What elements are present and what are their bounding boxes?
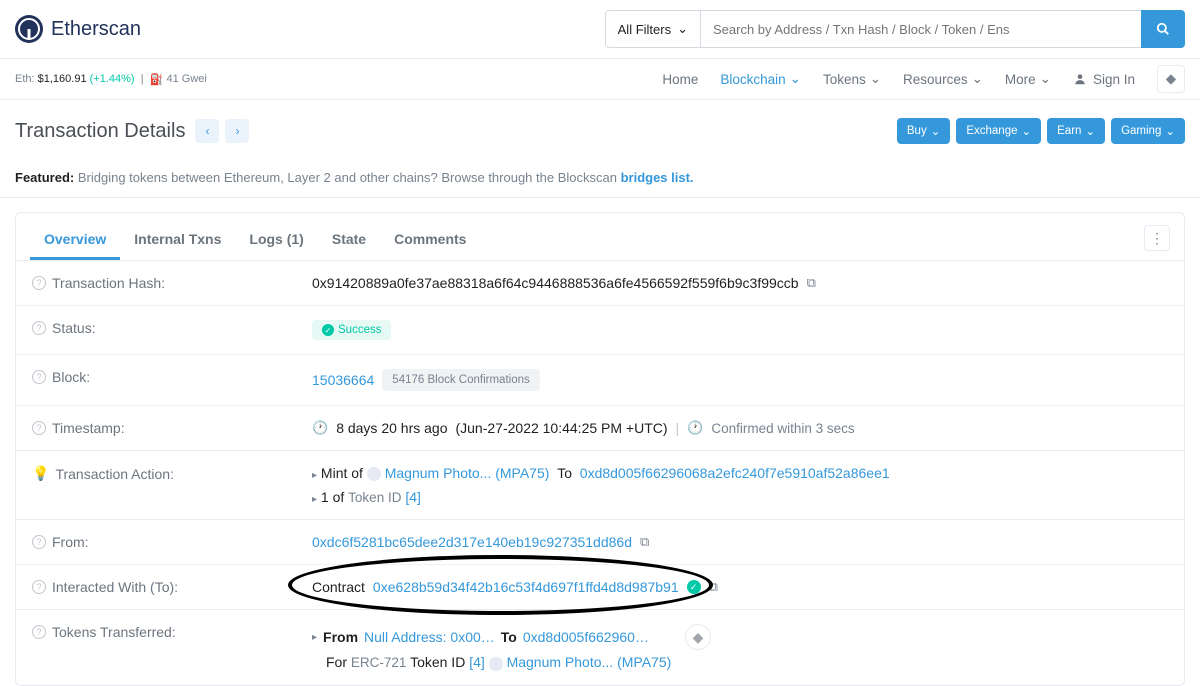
sign-in-button[interactable]: Sign In bbox=[1073, 72, 1135, 87]
search-input[interactable] bbox=[701, 10, 1141, 48]
txhash-value: 0x91420889a0fe37ae88318a6f64c9446888536a… bbox=[312, 275, 799, 291]
help-icon[interactable]: ? bbox=[32, 421, 46, 435]
help-icon[interactable]: ? bbox=[32, 580, 46, 594]
search-filter-dropdown[interactable]: All Filters ⌄ bbox=[605, 10, 701, 48]
token-icon bbox=[489, 657, 503, 671]
label-to: Interacted With (To): bbox=[52, 579, 178, 595]
next-txn-button[interactable]: › bbox=[225, 119, 249, 143]
token-icon bbox=[367, 467, 381, 481]
help-icon[interactable]: ? bbox=[32, 321, 46, 335]
help-icon[interactable]: ? bbox=[32, 276, 46, 290]
lightbulb-icon: 💡 bbox=[32, 465, 49, 482]
mint-to-address-link[interactable]: 0xd8d005f66296068a2efc240f7e5910af52a86e… bbox=[580, 465, 890, 481]
bridges-list-link[interactable]: bridges list. bbox=[621, 170, 694, 185]
status-badge: Success bbox=[312, 320, 391, 340]
eth-price-change: (+1.44%) bbox=[90, 73, 135, 85]
confirmed-within: Confirmed within 3 secs bbox=[711, 421, 854, 436]
label-from: From: bbox=[52, 534, 89, 550]
transfer-token-id-link[interactable]: [4] bbox=[469, 654, 485, 670]
timestamp-absolute: (Jun-27-2022 10:44:25 PM +UTC) bbox=[455, 420, 667, 436]
label-status: Status: bbox=[52, 320, 96, 336]
chevron-down-icon: ⌄ bbox=[1165, 124, 1175, 138]
caret-icon: ▸ bbox=[312, 470, 317, 481]
label-txhash: Transaction Hash: bbox=[52, 275, 165, 291]
transaction-details-card: Overview Internal Txns Logs (1) State Co… bbox=[15, 212, 1185, 686]
nav-home[interactable]: Home bbox=[662, 72, 698, 87]
filter-label: All Filters bbox=[618, 22, 671, 37]
tab-logs[interactable]: Logs (1) bbox=[235, 221, 317, 260]
nav-resources[interactable]: Resources ⌄ bbox=[903, 71, 983, 87]
nav-tokens[interactable]: Tokens ⌄ bbox=[823, 71, 881, 87]
brand-logo[interactable]: Etherscan bbox=[15, 15, 141, 43]
page-title: Transaction Details bbox=[15, 120, 185, 143]
chevron-down-icon: ⌄ bbox=[972, 71, 983, 87]
gas-price: 41 Gwei bbox=[166, 73, 206, 85]
user-icon bbox=[1073, 72, 1087, 86]
search-icon bbox=[1156, 22, 1170, 36]
label-timestamp: Timestamp: bbox=[52, 420, 125, 436]
tab-comments[interactable]: Comments bbox=[380, 221, 480, 260]
search-button[interactable] bbox=[1141, 10, 1185, 48]
token-badge-icon: ◆ bbox=[685, 624, 711, 650]
chevron-down-icon: ⌄ bbox=[790, 71, 801, 87]
help-icon[interactable]: ? bbox=[32, 370, 46, 384]
chevron-down-icon: ⌄ bbox=[870, 71, 881, 87]
to-contract-label: Contract bbox=[312, 579, 365, 595]
mint-token-id-link[interactable]: [4] bbox=[405, 489, 421, 505]
featured-banner: Featured: Bridging tokens between Ethere… bbox=[0, 158, 1200, 198]
eth-label: Eth: bbox=[15, 73, 35, 85]
ethereum-network-badge[interactable]: ◆ bbox=[1157, 65, 1185, 93]
transfer-from-link[interactable]: Null Address: 0x00… bbox=[364, 629, 495, 645]
copy-txhash-button[interactable]: ⧉ bbox=[807, 275, 816, 291]
caret-icon: ▸ bbox=[312, 494, 317, 505]
earn-button[interactable]: Earn ⌄ bbox=[1047, 118, 1105, 144]
chevron-down-icon: ⌄ bbox=[677, 21, 688, 37]
brand-text: Etherscan bbox=[51, 18, 141, 41]
label-action: Transaction Action: bbox=[55, 466, 174, 482]
copy-from-button[interactable]: ⧉ bbox=[640, 534, 649, 550]
eth-price: $1,160.91 bbox=[38, 73, 87, 85]
from-address-link[interactable]: 0xdc6f5281bc65dee2d317e140eb19c927351dd8… bbox=[312, 534, 632, 550]
gaming-button[interactable]: Gaming ⌄ bbox=[1111, 118, 1185, 144]
clock-icon: 🕐 bbox=[687, 420, 703, 436]
block-link[interactable]: 15036664 bbox=[312, 372, 374, 388]
tab-internal-txns[interactable]: Internal Txns bbox=[120, 221, 235, 260]
mint-token-link[interactable]: Magnum Photo... (MPA75) bbox=[385, 465, 550, 481]
transfer-token-link[interactable]: Magnum Photo... (MPA75) bbox=[507, 654, 672, 670]
label-block: Block: bbox=[52, 369, 90, 385]
help-icon[interactable]: ? bbox=[32, 625, 46, 639]
prev-txn-button[interactable]: ‹ bbox=[195, 119, 219, 143]
block-confirmations: 54176 Block Confirmations bbox=[382, 369, 539, 391]
nav-blockchain[interactable]: Blockchain ⌄ bbox=[720, 71, 801, 87]
chevron-down-icon: ⌄ bbox=[931, 124, 941, 138]
caret-icon: ▸ bbox=[312, 632, 317, 643]
tab-overview[interactable]: Overview bbox=[30, 221, 120, 260]
clock-icon: 🕐 bbox=[312, 420, 328, 436]
to-address-link[interactable]: 0xe628b59d34f42b16c53f4d697f1ffd4d8d987b… bbox=[373, 579, 679, 595]
help-icon[interactable]: ? bbox=[32, 535, 46, 549]
etherscan-logo-icon bbox=[15, 15, 43, 43]
tab-state[interactable]: State bbox=[318, 221, 380, 260]
chevron-down-icon: ⌄ bbox=[1085, 124, 1095, 138]
exchange-button[interactable]: Exchange ⌄ bbox=[956, 118, 1041, 144]
chevron-down-icon: ⌄ bbox=[1040, 71, 1051, 87]
nav-more[interactable]: More ⌄ bbox=[1005, 71, 1051, 87]
copy-to-button[interactable]: ⧉ bbox=[709, 579, 718, 595]
verified-icon: ✓ bbox=[687, 580, 701, 594]
more-options-button[interactable]: ⋮ bbox=[1144, 225, 1170, 251]
buy-button[interactable]: Buy ⌄ bbox=[897, 118, 950, 144]
gas-icon: ⛽ bbox=[150, 73, 164, 86]
chevron-down-icon: ⌄ bbox=[1022, 124, 1032, 138]
transfer-to-link[interactable]: 0xd8d005f662960… bbox=[523, 629, 649, 645]
timestamp-relative: 8 days 20 hrs ago bbox=[336, 420, 447, 436]
label-transferred: Tokens Transferred: bbox=[52, 624, 176, 640]
